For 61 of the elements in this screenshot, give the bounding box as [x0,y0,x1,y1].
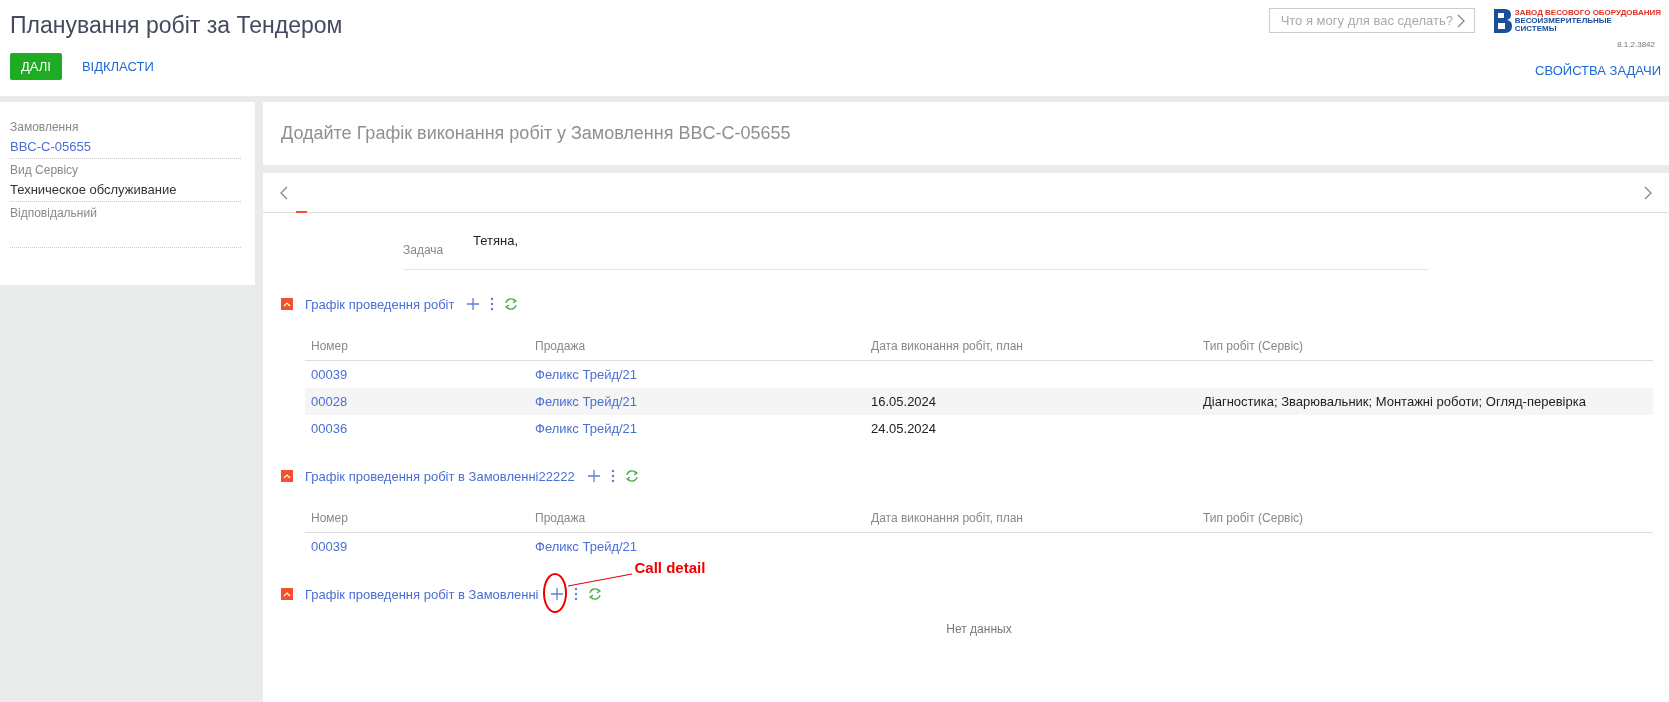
add-icon[interactable] [466,297,481,311]
annotation-ellipse [543,573,568,613]
sale-link[interactable]: Феликс Трейд/21 [535,539,638,554]
postpone-link[interactable]: ВІДКЛАСТИ [75,55,160,78]
chevron-right-icon[interactable] [1643,185,1653,200]
table-row[interactable]: 00036 Феликс Трейд/21 24.05.2024 [305,415,1653,442]
chevron-left-icon[interactable] [279,185,289,200]
more-icon[interactable] [490,297,495,311]
refresh-icon[interactable] [624,470,639,482]
logo-name: ВЕСОИЗМЕРИТЕЛЬНЫЕ [1514,17,1612,25]
refresh-icon[interactable] [588,588,603,600]
sale-link[interactable]: Феликс Трейд/21 [535,394,638,409]
column-header: Тип робіт (Сервіс) [1202,339,1305,353]
tab-indicator [296,211,307,213]
column-header: Номер [310,511,349,525]
column-header: Тип робіт (Сервіс) [1202,511,1305,525]
table-row[interactable]: 00028 Феликс Трейд/21 16.05.2024 Діагностика; Зварювальник; Монтажні роботи; Огляд-перевірка [305,388,1653,415]
task-value: Тетяна, [473,233,519,248]
column-header: Номер [310,339,349,353]
section-title[interactable]: Графік проведення робіт в Замовленні [305,586,539,602]
next-button[interactable]: ДАЛІ [10,53,62,80]
column-header: Продажа [534,339,587,353]
task-properties-link[interactable]: СВОЙСТВА ЗАДАЧИ [1529,59,1661,82]
version-label: 8.1.2.3842 [1617,40,1655,49]
record-link[interactable]: 00036 [311,421,348,436]
field-label: Задача [403,243,444,257]
sale-link[interactable]: Феликс Трейд/21 [535,367,638,382]
field-label: Замовлення [10,120,80,134]
column-header: Продажа [534,511,587,525]
logo-name: СИСТЕМЫ [1514,25,1558,33]
table-cell: 16.05.2024 [871,394,937,409]
field-label: Відповідальний [10,206,98,220]
table-row[interactable]: 00039 Феликс Трейд/21 [305,533,1653,560]
logo-caption: ЗАВОД ВЕСОВОГО ОБОРУДОВАНИЯ [1514,9,1661,17]
add-icon[interactable] [586,469,601,483]
table-cell: Діагностика; Зварювальник; Монтажні роботи; Огляд-перевірка [1203,394,1586,409]
table-row[interactable]: 00039 Феликс Трейд/21 [305,361,1653,388]
section-title[interactable]: Графік проведення робіт [305,296,455,312]
section-title[interactable]: Графік проведення робіт в Замовленні22222 [305,468,575,484]
logo-letter-icon [1492,8,1513,34]
refresh-icon[interactable] [504,298,519,310]
search-field[interactable]: Что я могу для вас сделать? [1268,8,1475,33]
record-link[interactable]: 00028 [311,394,348,409]
header-title: Додайте Графік виконання робіт у Замовлення BBC-C-05655 [281,123,791,144]
field-value: Техническое обслуживание [10,182,177,197]
record-link[interactable]: 00039 [311,367,348,382]
empty-message: Нет данных [945,622,1013,636]
sale-link[interactable]: Феликс Трейд/21 [535,421,638,436]
add-icon[interactable] [550,587,565,601]
leader-line [567,573,634,587]
chevron-right-icon[interactable] [1455,13,1466,28]
page-title: Планування робіт за Тендером [10,12,343,39]
order-link[interactable]: BBC-C-05655 [10,139,91,154]
table-cell: 24.05.2024 [871,421,937,436]
field-label: Вид Сервісу [10,163,80,177]
annotation-text: Call detail [634,559,706,576]
column-header: Дата виконання робіт, план [870,511,1024,525]
record-link[interactable]: 00039 [311,539,348,554]
column-header: Дата виконання робіт, план [870,339,1024,353]
more-icon[interactable] [610,469,615,483]
more-icon[interactable] [574,587,579,601]
